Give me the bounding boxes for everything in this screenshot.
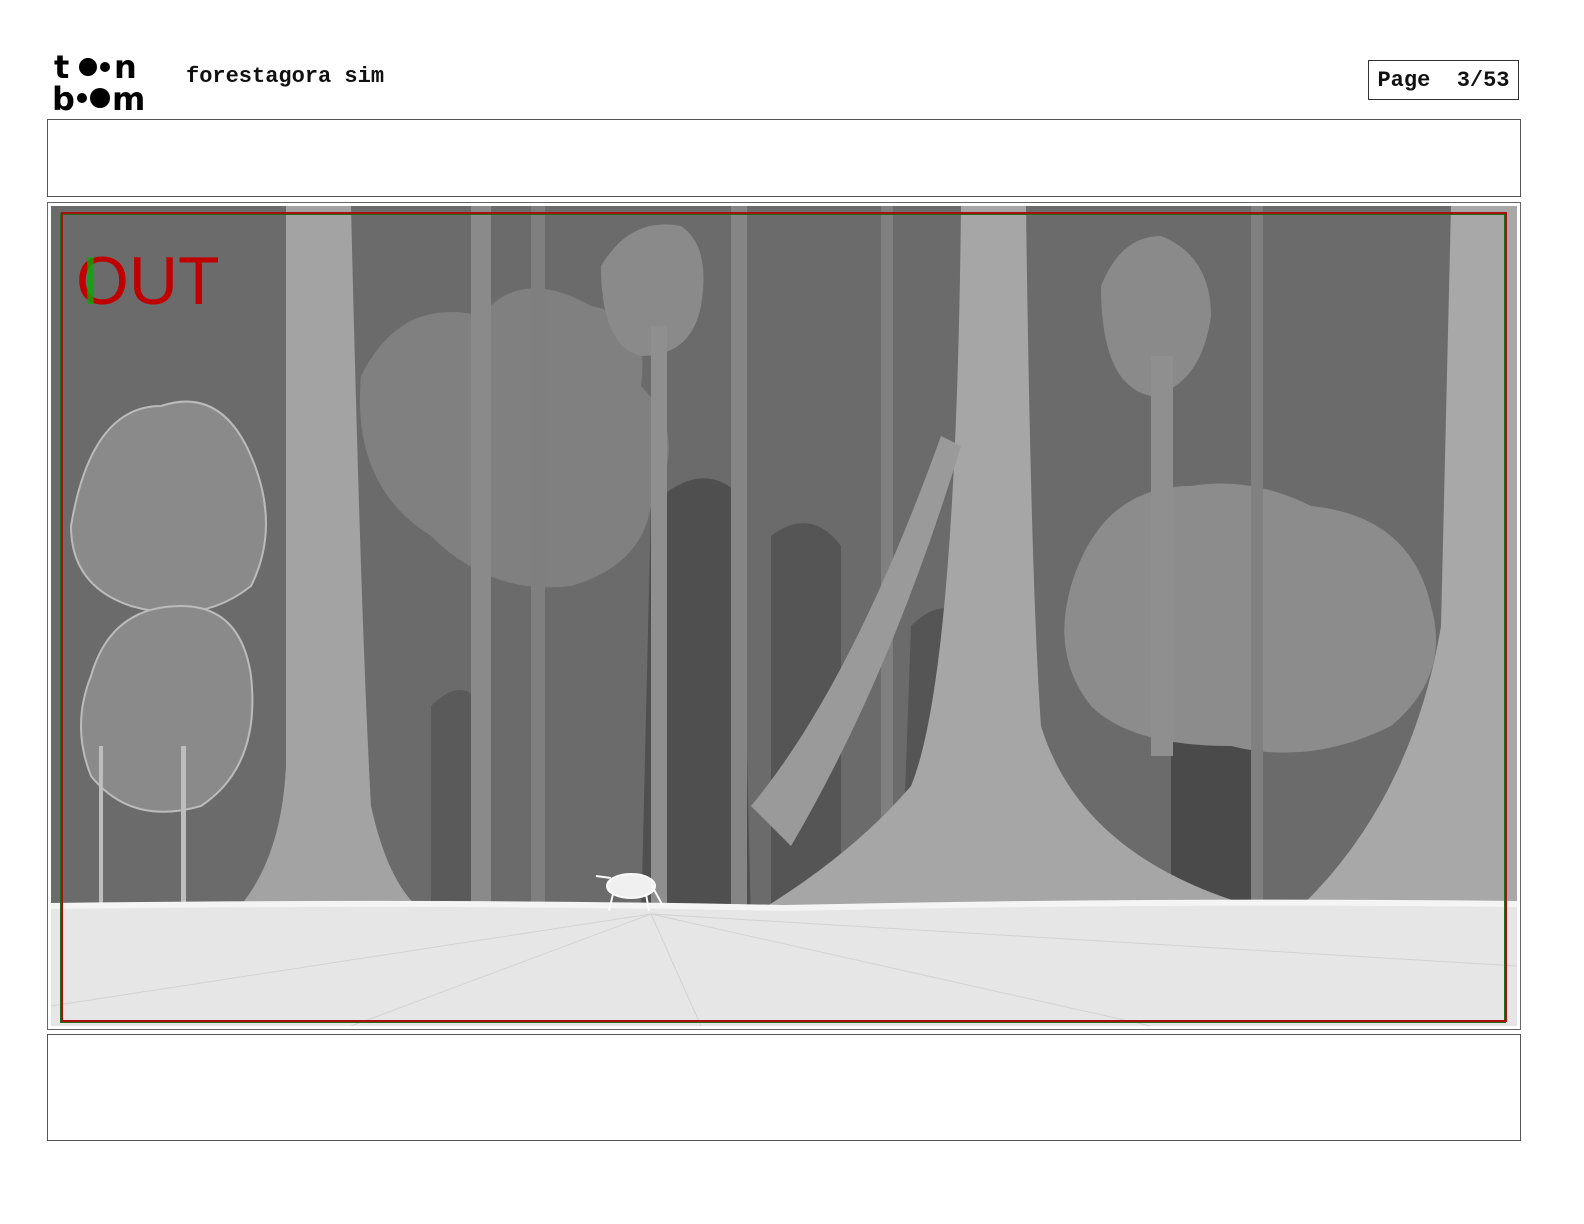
forest-scene-image: OUT I: [51, 206, 1517, 1026]
svg-text:m: m: [112, 80, 145, 112]
caption-top-box[interactable]: [47, 119, 1521, 197]
storyboard-frame: OUT I: [47, 202, 1521, 1030]
page-indicator: Page 3/53: [1368, 60, 1519, 100]
page-number: 3/53: [1456, 67, 1510, 93]
page-label: Page: [1377, 67, 1431, 93]
project-title: forestagora sim: [186, 64, 385, 89]
in-overlay-glyph: I: [81, 243, 100, 319]
caption-bottom-box[interactable]: [47, 1034, 1521, 1141]
toon-boom-logo: t n b m: [52, 48, 164, 118]
svg-text:b: b: [52, 80, 75, 112]
